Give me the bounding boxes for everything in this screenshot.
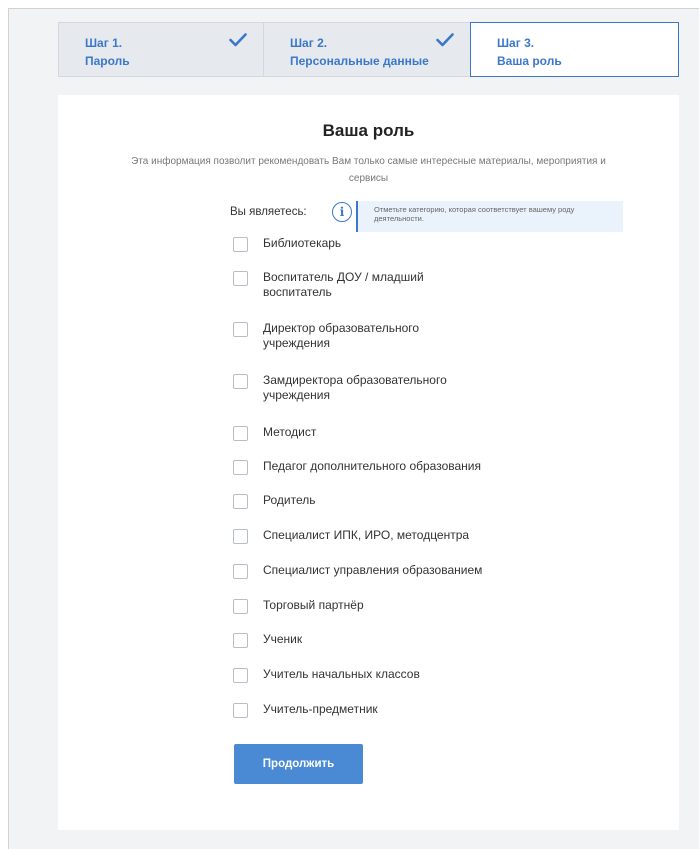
role-option-kindergarten-teacher[interactable]: Воспитатель ДОУ / младший воспитатель — [233, 270, 463, 300]
option-label: Специалист управления образованием — [263, 563, 483, 577]
role-option-deputy-director[interactable]: Замдиректора образовательного учреждения — [233, 373, 483, 403]
checkbox[interactable] — [233, 703, 248, 718]
role-option-subject-teacher[interactable]: Учитель-предметник — [233, 702, 533, 718]
option-label: Учитель начальных классов — [263, 667, 420, 681]
continue-button[interactable]: Продолжить — [234, 744, 363, 784]
role-label: Вы являетесь: — [230, 206, 307, 218]
checkmark-icon — [229, 33, 247, 47]
checkmark-icon — [436, 33, 454, 47]
role-hint: Отметьте категорию, которая соответствуе… — [356, 201, 623, 232]
step-3-title: Ваша роль — [497, 54, 562, 68]
option-label: Директор образовательного учреждения — [263, 321, 420, 350]
option-label: Ученик — [263, 632, 303, 646]
option-label: Педагог дополнительного образования — [263, 459, 481, 473]
role-option-education-management[interactable]: Специалист управления образованием — [233, 563, 533, 579]
option-label: Методист — [263, 425, 317, 439]
checkbox[interactable] — [233, 599, 248, 614]
checkbox[interactable] — [233, 271, 248, 286]
role-option-methodist[interactable]: Методист — [233, 425, 533, 441]
checkbox[interactable] — [233, 668, 248, 683]
step-1-title: Пароль — [85, 54, 130, 68]
step-2-title: Персональные данные — [290, 54, 429, 68]
form-subtitle: Эта информация позволит рекомендовать Ва… — [131, 156, 606, 184]
option-label: Торговый партнёр — [263, 598, 364, 612]
role-form-card: Ваша роль Эта информация позволит рекоме… — [58, 95, 679, 830]
option-label: Библиотекарь — [263, 236, 342, 250]
step-1-password[interactable]: Шаг 1. Пароль — [58, 22, 263, 77]
option-label: Учитель-предметник — [263, 702, 378, 716]
checkbox[interactable] — [233, 426, 248, 441]
role-option-primary-teacher[interactable]: Учитель начальных классов — [233, 667, 533, 683]
option-label: Воспитатель ДОУ / младший воспитатель — [263, 270, 424, 299]
checkbox[interactable] — [233, 494, 248, 509]
form-title: Ваша роль — [322, 121, 415, 140]
role-option-librarian[interactable]: Библиотекарь — [233, 236, 533, 252]
step-3-your-role[interactable]: Шаг 3. Ваша роль — [470, 22, 679, 77]
role-option-school-director[interactable]: Директор образовательного учреждения — [233, 321, 463, 351]
checkbox[interactable] — [233, 633, 248, 648]
steps-progress: Шаг 1. Пароль Шаг 2. Персональные данные… — [58, 22, 679, 77]
option-label: Замдиректора образовательного учреждения — [263, 373, 447, 402]
role-option-parent[interactable]: Родитель — [233, 493, 533, 509]
checkbox[interactable] — [233, 322, 248, 337]
role-prompt-row: Вы являетесь: i Отметьте категорию, кото… — [230, 201, 623, 232]
checkbox[interactable] — [233, 564, 248, 579]
info-icon[interactable]: i — [332, 202, 352, 222]
role-option-additional-education[interactable]: Педагог дополнительного образования — [233, 459, 533, 475]
checkbox[interactable] — [233, 529, 248, 544]
step-3-label: Шаг 3. — [497, 36, 535, 50]
role-option-student[interactable]: Ученик — [233, 632, 533, 648]
option-label: Родитель — [263, 493, 316, 507]
role-option-trade-partner[interactable]: Торговый партнёр — [233, 598, 533, 614]
checkbox[interactable] — [233, 460, 248, 475]
role-option-ipk-specialist[interactable]: Специалист ИПК, ИРО, методцентра — [233, 528, 533, 544]
step-2-personal-data[interactable]: Шаг 2. Персональные данные — [263, 22, 470, 77]
option-label: Специалист ИПК, ИРО, методцентра — [263, 528, 470, 542]
checkbox[interactable] — [233, 374, 248, 389]
checkbox[interactable] — [233, 237, 248, 252]
